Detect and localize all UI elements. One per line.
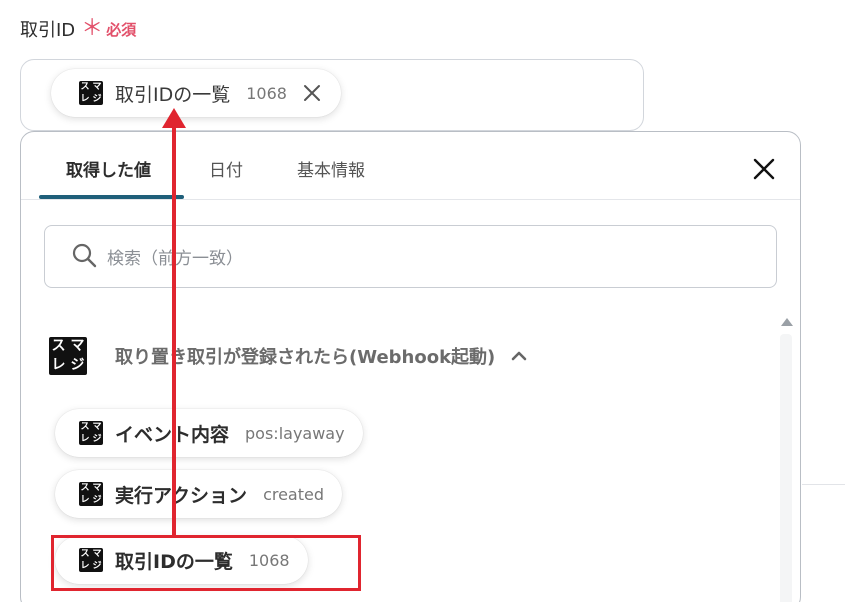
chip-value: 1068 xyxy=(246,83,287,103)
tab-basic-info[interactable]: 基本情報 xyxy=(297,156,365,181)
list-item[interactable]: スマ レジ イベント内容 pos:layaway xyxy=(55,409,363,457)
selected-value-chip[interactable]: スマ レジ 取引IDの一覧 1068 xyxy=(51,69,341,117)
divider xyxy=(802,484,845,485)
close-icon[interactable] xyxy=(751,156,777,182)
item-label: 実行アクション xyxy=(115,484,248,507)
tab-obtained-values[interactable]: 取得した値 xyxy=(66,156,151,181)
annotation-highlight xyxy=(51,535,361,591)
required-text: 必須 xyxy=(106,20,137,39)
smaregi-logo-icon: スマ レジ xyxy=(49,337,87,375)
field-label-text: 取引ID xyxy=(20,20,76,41)
item-label: イベント内容 xyxy=(115,423,230,446)
smaregi-logo-icon: スマ レジ xyxy=(79,482,103,506)
scroll-up-arrow-icon[interactable] xyxy=(781,318,793,326)
scroll-thumb[interactable] xyxy=(780,334,792,602)
smaregi-logo-icon: スマ レジ xyxy=(79,421,103,445)
search-icon xyxy=(71,242,97,272)
search-input[interactable]: 検索（前方一致） xyxy=(44,225,777,288)
close-icon[interactable] xyxy=(301,82,323,104)
chevron-up-icon[interactable] xyxy=(509,346,529,366)
scrollbar[interactable] xyxy=(779,312,793,602)
smaregi-logo-icon: スマ レジ xyxy=(79,81,103,105)
field-label: 取引ID ＊ 必須 xyxy=(20,16,136,42)
list-item[interactable]: スマ レジ 実行アクション created xyxy=(55,470,343,518)
chip-label: 取引IDの一覧 xyxy=(115,83,231,106)
search-placeholder: 検索（前方一致） xyxy=(107,249,243,269)
active-tab-indicator xyxy=(39,195,184,199)
section-title: 取り置き取引が登録されたら(Webhook起動) xyxy=(115,347,496,368)
tab-date[interactable]: 日付 xyxy=(209,156,243,181)
item-value: created xyxy=(263,484,325,504)
trigger-section-header[interactable]: スマ レジ 取り置き取引が登録されたら(Webhook起動) xyxy=(49,337,529,375)
item-value: pos:layaway xyxy=(245,423,345,443)
tab-bar: 取得した値 日付 基本情報 xyxy=(21,132,800,200)
value-picker-panel: 取得した値 日付 基本情報 検索（前方一致） スマ レジ 取り置き取引が登録され… xyxy=(20,131,801,602)
required-asterisk: ＊ xyxy=(81,16,104,41)
